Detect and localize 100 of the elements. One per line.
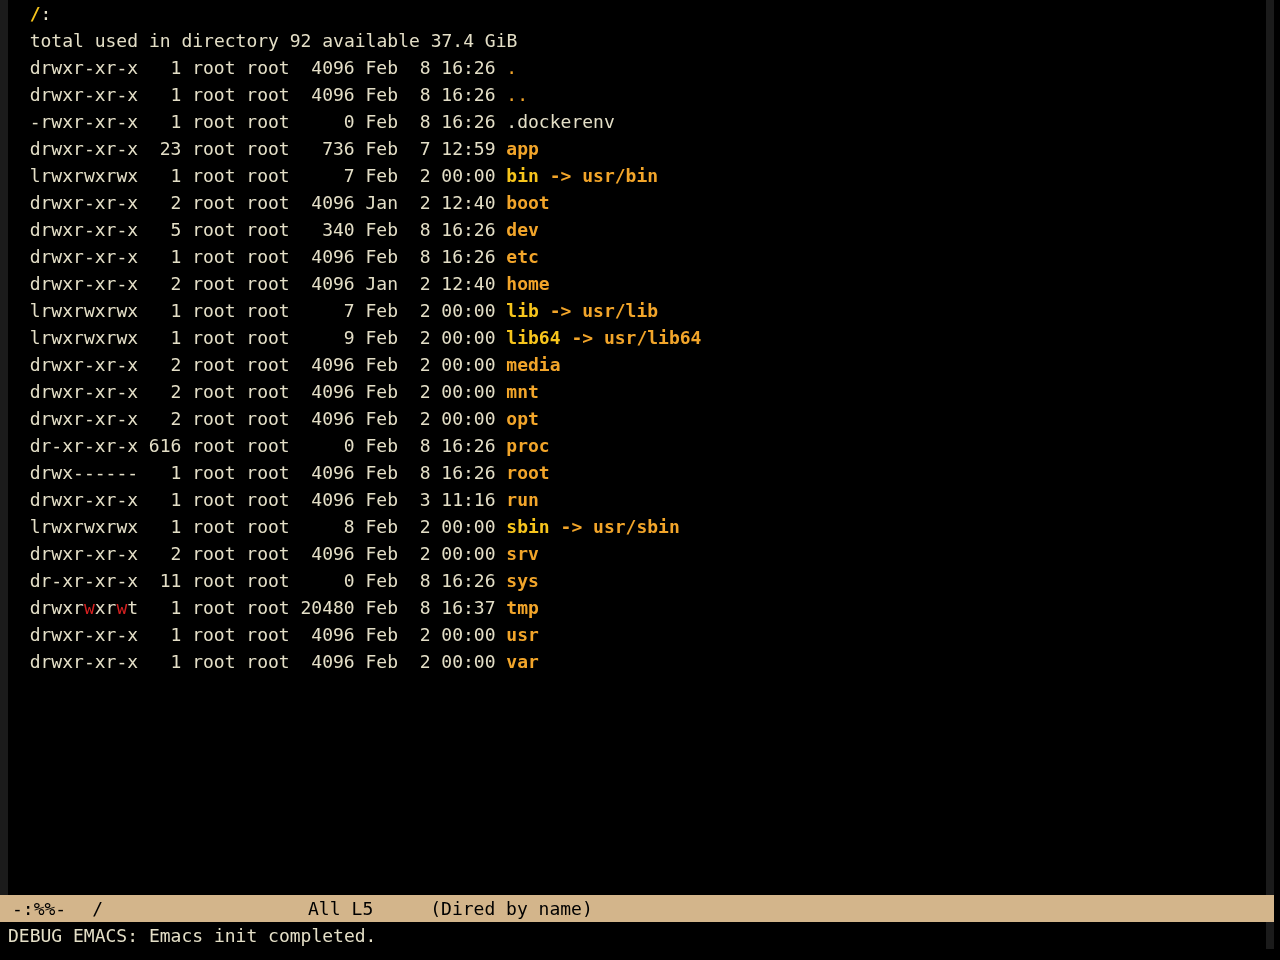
date-day: 8 (419, 432, 431, 459)
date-month: Feb (365, 83, 399, 107)
file-name[interactable]: var (506, 648, 539, 675)
group-name: root (246, 218, 290, 242)
owner-name: root (192, 569, 236, 593)
link-count: 1 (170, 326, 182, 350)
date-day: 8 (419, 243, 431, 270)
date-day: 8 (419, 81, 431, 108)
date-day: 2 (419, 351, 431, 378)
owner-name: root (192, 218, 236, 242)
date-month: Feb (365, 542, 399, 566)
file-name[interactable]: proc (506, 432, 550, 459)
date-month: Feb (365, 245, 399, 269)
date-day: 2 (419, 621, 431, 648)
date-day: 8 (419, 594, 431, 621)
owner-name: root (192, 326, 236, 350)
permissions-text: drwxr-xr-x (29, 407, 139, 431)
modified-time: 12:59 (441, 137, 496, 161)
date-month: Feb (365, 650, 399, 674)
file-name[interactable]: boot (506, 189, 550, 216)
file-size: 9 (343, 326, 355, 350)
line-number: L5 (351, 898, 374, 919)
group-name: root (246, 326, 290, 350)
permissions-text: drwxr-xr-x (29, 542, 139, 566)
file-name[interactable]: etc (506, 243, 539, 270)
group-name: root (246, 515, 290, 539)
date-day: 2 (419, 297, 431, 324)
file-name[interactable]: tmp (506, 594, 539, 621)
date-month: Feb (365, 515, 399, 539)
file-name[interactable]: sys (506, 567, 539, 594)
buffer-name[interactable]: / (92, 898, 104, 919)
file-name[interactable]: . (506, 54, 518, 81)
modified-time: 00:00 (441, 407, 496, 431)
modified-time: 00:00 (441, 542, 496, 566)
date-day: 3 (419, 486, 431, 513)
file-name[interactable]: mnt (506, 378, 539, 405)
file-size: 4096 (311, 56, 355, 80)
permissions-text: drwxrwxrwt (29, 596, 139, 620)
owner-name: root (192, 488, 236, 512)
date-month: Feb (365, 380, 399, 404)
link-count: 2 (170, 407, 182, 431)
file-name[interactable]: home (506, 270, 550, 297)
link-target: usr/bin (582, 164, 659, 188)
group-name: root (246, 623, 290, 647)
file-name[interactable]: media (506, 351, 561, 378)
file-name[interactable]: .. (506, 81, 529, 108)
link-count: 2 (170, 272, 182, 296)
link-count: 5 (170, 218, 182, 242)
file-name[interactable]: lib (506, 297, 539, 324)
date-day: 2 (419, 189, 431, 216)
date-day: 2 (419, 162, 431, 189)
date-month: Feb (365, 353, 399, 377)
group-name: root (246, 245, 290, 269)
date-day: 8 (419, 108, 431, 135)
modified-time: 00:00 (441, 299, 496, 323)
file-size: 4096 (311, 191, 355, 215)
group-name: root (246, 137, 290, 161)
file-name[interactable]: opt (506, 405, 539, 432)
link-count: 2 (170, 191, 182, 215)
date-day: 2 (419, 378, 431, 405)
file-name[interactable]: run (506, 486, 539, 513)
file-name[interactable]: root (506, 459, 550, 486)
date-month: Feb (365, 56, 399, 80)
date-day: 8 (419, 459, 431, 486)
file-size: 20480 (300, 596, 355, 620)
owner-name: root (192, 191, 236, 215)
date-month: Jan (365, 191, 399, 215)
group-name: root (246, 488, 290, 512)
group-name: root (246, 650, 290, 674)
date-day: 2 (419, 324, 431, 351)
owner-name: root (192, 83, 236, 107)
permissions-text: lrwxrwxrwx (29, 326, 139, 350)
major-mode[interactable]: (Dired by name) (430, 898, 593, 919)
link-target: usr/sbin (593, 515, 680, 539)
file-size: 4096 (311, 542, 355, 566)
link-count: 2 (170, 353, 182, 377)
date-month: Feb (365, 110, 399, 134)
modified-time: 16:26 (441, 56, 496, 80)
link-count: 1 (170, 56, 182, 80)
modified-time: 16:26 (441, 110, 496, 134)
permissions-text: lrwxrwxrwx (29, 299, 139, 323)
file-name[interactable]: .dockerenv (506, 108, 615, 135)
scroll-position: All (308, 898, 341, 919)
file-size: 0 (343, 434, 355, 458)
link-count: 1 (170, 596, 182, 620)
group-name: root (246, 191, 290, 215)
file-name[interactable]: app (506, 135, 539, 162)
file-name[interactable]: bin (506, 162, 539, 189)
file-size: 4096 (311, 353, 355, 377)
link-count: 1 (170, 515, 182, 539)
file-name[interactable]: dev (506, 216, 539, 243)
file-size: 4096 (311, 623, 355, 647)
permissions-text: drwxr-xr-x (29, 56, 139, 80)
date-day: 2 (419, 648, 431, 675)
file-name[interactable]: srv (506, 540, 539, 567)
file-name[interactable]: usr (506, 621, 539, 648)
file-name[interactable]: lib64 (506, 324, 561, 351)
file-name[interactable]: sbin (506, 513, 550, 540)
date-month: Feb (365, 218, 399, 242)
modified-time: 00:00 (441, 164, 496, 188)
